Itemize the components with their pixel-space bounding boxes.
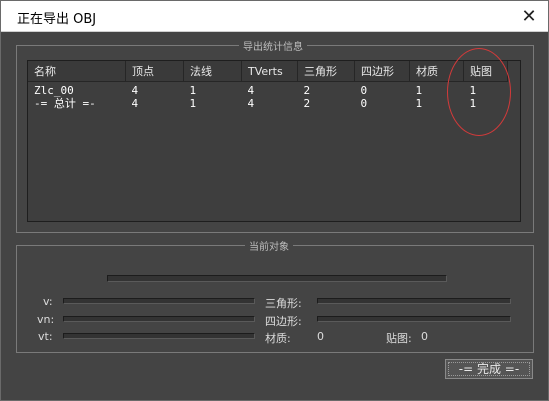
column-header-vertices[interactable]: 顶点: [125, 61, 184, 82]
cell-triangles: 2: [303, 84, 311, 97]
column-header-name[interactable]: 名称: [28, 61, 126, 82]
table-row[interactable]: -= 总计 =- 4 1 4 2 0 1 1: [28, 97, 508, 110]
export-dialog: 正在导出 OBJ ✕ 导出统计信息 名称 顶点 法线 TVerts 三角形 四边…: [0, 0, 549, 401]
cell-textures: 1: [469, 84, 477, 97]
overall-progress-bar: [107, 275, 447, 282]
vn-progress-bar: [63, 316, 255, 322]
triangle-progress-bar: [317, 298, 511, 304]
cell-name: Zlc_00: [34, 84, 74, 97]
finish-button-focus-ring: [448, 362, 530, 376]
vt-label: vt:: [38, 330, 53, 343]
stats-header-row: 名称 顶点 法线 TVerts 三角形 四边形 材质 贴图: [28, 61, 508, 82]
cell-normals: 1: [189, 84, 197, 97]
export-stats-group: 导出统计信息 名称 顶点 法线 TVerts 三角形 四边形 材质 贴图 Zlc…: [16, 38, 534, 233]
cell-materials: 1: [415, 84, 423, 97]
material-value: 0: [317, 330, 324, 343]
current-object-title: 当前对象: [245, 238, 293, 253]
column-header-triangles[interactable]: 三角形: [297, 61, 355, 82]
cell-quads: 0: [360, 84, 368, 97]
column-header-tverts[interactable]: TVerts: [241, 61, 298, 82]
stats-table: 名称 顶点 法线 TVerts 三角形 四边形 材质 贴图 Zlc_00 4 1: [28, 61, 508, 110]
triangle-label: 三角形:: [265, 297, 302, 310]
material-label: 材质:: [265, 332, 291, 345]
cell-normals: 1: [189, 97, 197, 110]
cell-vertices: 4: [131, 84, 139, 97]
quad-progress-bar: [317, 316, 511, 322]
cell-vertices: 4: [131, 97, 139, 110]
cell-triangles: 2: [303, 97, 311, 110]
title-bar: 正在导出 OBJ ✕: [1, 1, 548, 32]
cell-tverts: 4: [247, 84, 255, 97]
texture-value: 0: [421, 330, 428, 343]
cell-name: -= 总计 =-: [34, 97, 96, 110]
cell-quads: 0: [360, 97, 368, 110]
vn-label: vn:: [37, 313, 55, 326]
cell-textures: 1: [469, 97, 477, 110]
column-header-textures[interactable]: 贴图: [463, 61, 508, 82]
quad-label: 四边形:: [265, 315, 302, 328]
column-header-materials[interactable]: 材质: [409, 61, 464, 82]
v-progress-bar: [63, 298, 255, 304]
vt-progress-bar: [63, 333, 255, 339]
stats-table-container[interactable]: 名称 顶点 法线 TVerts 三角形 四边形 材质 贴图 Zlc_00 4 1: [27, 60, 521, 222]
window-title: 正在导出 OBJ: [17, 12, 97, 27]
close-icon[interactable]: ✕: [518, 5, 540, 27]
cell-tverts: 4: [247, 97, 255, 110]
table-row[interactable]: Zlc_00 4 1 4 2 0 1 1: [28, 82, 508, 98]
v-label: v:: [43, 295, 53, 308]
column-header-quads[interactable]: 四边形: [354, 61, 410, 82]
column-header-normals[interactable]: 法线: [183, 61, 242, 82]
texture-label: 贴图:: [386, 332, 412, 345]
finish-button[interactable]: -= 完成 =-: [445, 359, 533, 379]
cell-materials: 1: [415, 97, 423, 110]
export-stats-title: 导出统计信息: [239, 38, 307, 53]
